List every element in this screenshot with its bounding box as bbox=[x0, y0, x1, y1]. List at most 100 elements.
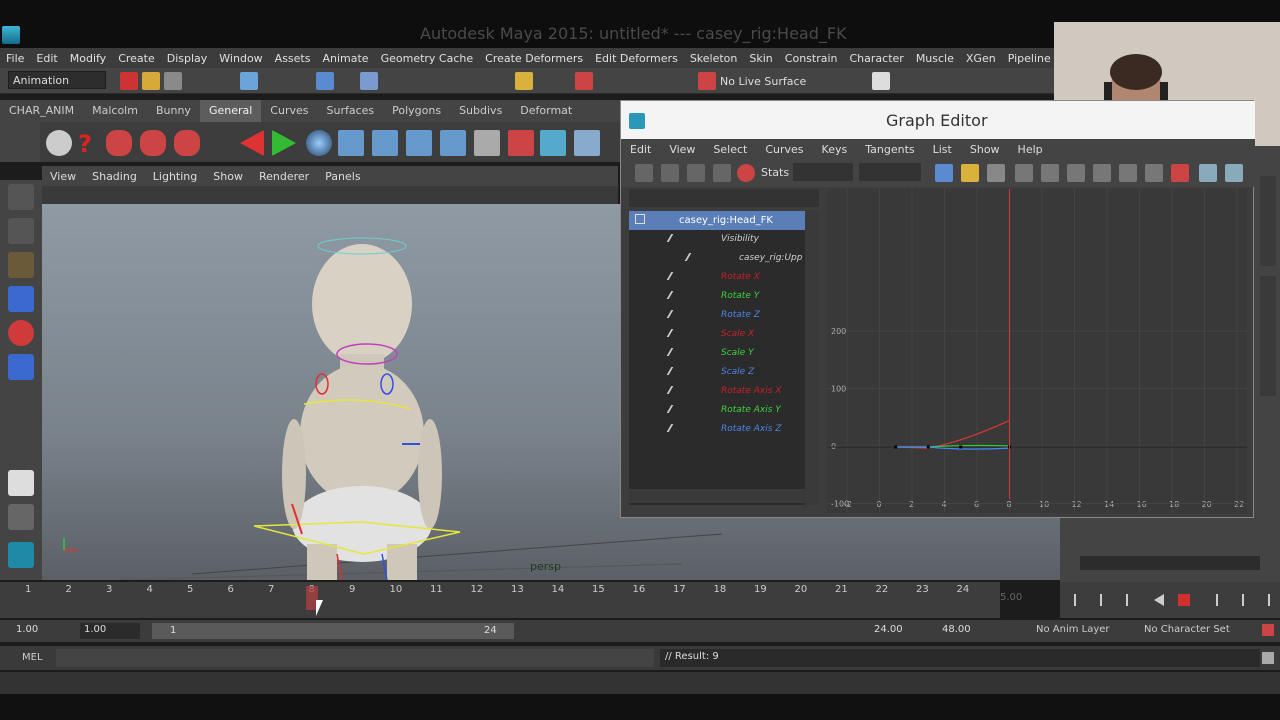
keyframe-point[interactable] bbox=[959, 445, 963, 449]
layout-single-icon[interactable] bbox=[8, 470, 34, 496]
ge-menu-list[interactable]: List bbox=[924, 143, 961, 156]
viewport-menu-show[interactable]: Show bbox=[205, 170, 251, 183]
lasso-tool-icon[interactable] bbox=[8, 218, 34, 244]
joint-tool-icon[interactable] bbox=[338, 130, 364, 156]
spline-tangent-icon[interactable] bbox=[1041, 164, 1059, 182]
command-input[interactable] bbox=[56, 649, 654, 667]
anim-end-field[interactable]: 48.00 bbox=[938, 623, 1004, 639]
trax-icon[interactable] bbox=[1225, 164, 1243, 182]
time-slider[interactable]: 123456789101112131415161718192021222324 bbox=[0, 582, 1000, 618]
sphere-icon[interactable] bbox=[306, 130, 332, 156]
dock-scrollbar[interactable] bbox=[1080, 556, 1260, 570]
live-surface-icon[interactable] bbox=[698, 72, 716, 90]
channel-row[interactable]: Rotate Axis Z bbox=[629, 420, 819, 439]
graph-canvas[interactable]: -202468101214161820222001000-100-200 bbox=[827, 189, 1247, 566]
keyframe-point[interactable] bbox=[894, 445, 898, 449]
ge-menu-keys[interactable]: Keys bbox=[813, 143, 857, 156]
shelf-tab-deformat[interactable]: Deformat bbox=[511, 100, 581, 122]
curve-visibility-icon[interactable] bbox=[666, 367, 680, 375]
menu-window[interactable]: Window bbox=[213, 52, 268, 65]
stats-value-field[interactable] bbox=[859, 163, 921, 181]
anim-layer-dropdown[interactable]: No Anim Layer bbox=[1036, 624, 1110, 635]
range-start-field[interactable]: 1.00 bbox=[80, 623, 140, 639]
menu-create-deformers[interactable]: Create Deformers bbox=[479, 52, 589, 65]
ge-menu-curves[interactable]: Curves bbox=[756, 143, 812, 156]
curve-visibility-icon[interactable] bbox=[666, 310, 680, 318]
menu-create[interactable]: Create bbox=[112, 52, 161, 65]
step-tangent-icon[interactable] bbox=[1145, 164, 1163, 182]
scale-tool-icon[interactable] bbox=[8, 354, 34, 380]
viewport-menu-shading[interactable]: Shading bbox=[84, 170, 145, 183]
channel-row[interactable]: Rotate Y bbox=[629, 287, 819, 306]
snap-curve-icon[interactable] bbox=[360, 72, 378, 90]
insert-key-icon[interactable] bbox=[661, 164, 679, 182]
channel-box-tab[interactable] bbox=[1260, 276, 1276, 396]
menu-modify[interactable]: Modify bbox=[64, 52, 112, 65]
anim-start-field[interactable]: 1.00 bbox=[12, 623, 72, 639]
curve-visibility-icon[interactable] bbox=[666, 348, 680, 356]
menu-skin[interactable]: Skin bbox=[743, 52, 778, 65]
move-key-icon[interactable] bbox=[635, 164, 653, 182]
menu-muscle[interactable]: Muscle bbox=[910, 52, 960, 65]
collapse-icon[interactable] bbox=[635, 214, 645, 224]
channel-row[interactable]: Rotate Axis Y bbox=[629, 401, 819, 420]
range-slider[interactable]: 1 24 bbox=[152, 623, 514, 639]
lock-icon[interactable] bbox=[515, 72, 533, 90]
rig-fk-icon[interactable] bbox=[140, 130, 166, 156]
shelf-menu[interactable] bbox=[0, 122, 40, 162]
menu-pipeline-cache[interactable]: Pipeline Cache bbox=[1002, 52, 1060, 65]
step-forward-key-icon[interactable] bbox=[1230, 594, 1244, 606]
channel-row[interactable]: Scale Z bbox=[629, 363, 819, 382]
curve-visibility-icon[interactable] bbox=[666, 234, 680, 242]
ge-menu-show[interactable]: Show bbox=[961, 143, 1009, 156]
character-set-dropdown[interactable]: No Character Set bbox=[1144, 624, 1230, 635]
shelf-tab-surfaces[interactable]: Surfaces bbox=[317, 100, 383, 122]
linear-tangent-icon[interactable] bbox=[1093, 164, 1111, 182]
shelf-tab-bunny[interactable]: Bunny bbox=[147, 100, 200, 122]
menu-edit[interactable]: Edit bbox=[30, 52, 63, 65]
channel-row[interactable]: Rotate X bbox=[629, 268, 819, 287]
outliner-vscrollbar[interactable] bbox=[805, 211, 819, 505]
step-forward-frame-icon[interactable] bbox=[1204, 594, 1218, 606]
channel-row[interactable]: casey_rig:Upp bbox=[629, 249, 819, 268]
curve-visibility-icon[interactable] bbox=[666, 272, 680, 280]
menu-assets[interactable]: Assets bbox=[269, 52, 317, 65]
magnet-icon[interactable] bbox=[575, 72, 593, 90]
break-tangent-icon[interactable] bbox=[1171, 164, 1189, 182]
keyframe-point[interactable] bbox=[926, 445, 930, 449]
save-scene-icon[interactable] bbox=[164, 72, 182, 90]
outliner-node-row[interactable]: casey_rig:Head_FK bbox=[629, 211, 819, 230]
rotate-tool-icon[interactable] bbox=[8, 320, 34, 346]
menu-animate[interactable]: Animate bbox=[316, 52, 374, 65]
channel-row[interactable]: Scale X bbox=[629, 325, 819, 344]
menu-character[interactable]: Character bbox=[844, 52, 910, 65]
menu-edit-deformers[interactable]: Edit Deformers bbox=[589, 52, 684, 65]
viewport-menu-view[interactable]: View bbox=[42, 170, 84, 183]
help-icon[interactable]: ? bbox=[78, 130, 100, 158]
ge-menu-tangents[interactable]: Tangents bbox=[856, 143, 923, 156]
viewport-menu-panels[interactable]: Panels bbox=[317, 170, 368, 183]
viewport-menu-lighting[interactable]: Lighting bbox=[145, 170, 205, 183]
shelf-tab-malcolm[interactable]: Malcolm bbox=[83, 100, 147, 122]
open-scene-icon[interactable] bbox=[142, 72, 160, 90]
range-end-field[interactable]: 24.00 bbox=[870, 623, 936, 639]
menu-set-dropdown[interactable]: Animation bbox=[8, 71, 106, 89]
skin-bind-icon[interactable] bbox=[406, 130, 432, 156]
bookmark-icon[interactable] bbox=[508, 130, 534, 156]
go-start-icon[interactable] bbox=[1074, 594, 1088, 606]
align-icon[interactable] bbox=[474, 130, 500, 156]
select-hierarchy-icon[interactable] bbox=[240, 72, 258, 90]
curve-visibility-icon[interactable] bbox=[666, 424, 680, 432]
go-end-icon[interactable] bbox=[1256, 594, 1270, 606]
ge-menu-help[interactable]: Help bbox=[1009, 143, 1052, 156]
paint-select-icon[interactable] bbox=[8, 252, 34, 278]
frame-all-icon[interactable] bbox=[935, 164, 953, 182]
lattice-icon[interactable] bbox=[687, 164, 705, 182]
frame-playback-icon[interactable] bbox=[987, 164, 1005, 182]
snap-grid-icon[interactable] bbox=[316, 72, 334, 90]
menu-display[interactable]: Display bbox=[161, 52, 214, 65]
outliner-filter-field[interactable] bbox=[629, 189, 819, 207]
curve-visibility-icon[interactable] bbox=[666, 291, 680, 299]
auto-tangent-icon[interactable] bbox=[1015, 164, 1033, 182]
prefs-icon[interactable] bbox=[1262, 624, 1274, 636]
